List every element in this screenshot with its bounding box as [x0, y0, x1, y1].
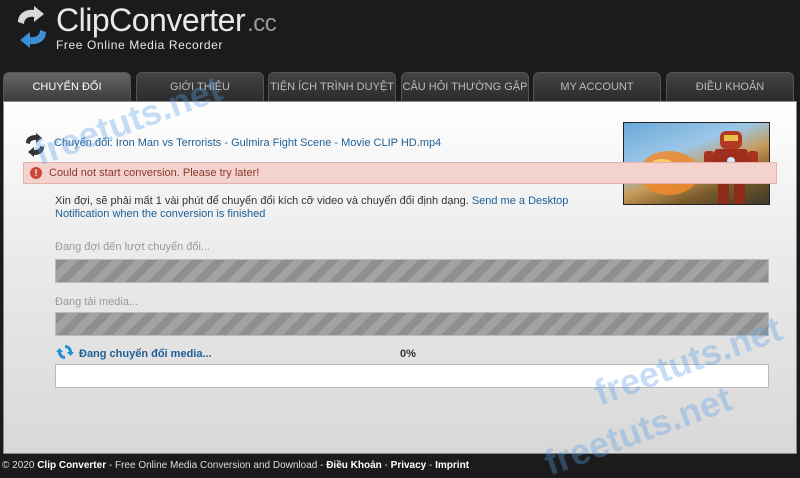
logo-text: ClipConverter: [56, 2, 246, 38]
step-downloading-label: Đang tải media...: [55, 296, 139, 308]
conversion-progress-bar: [55, 364, 769, 388]
alert-icon: !: [30, 167, 42, 179]
download-progress-bar: [55, 312, 769, 336]
step-converting-label: Đang chuyển đổi media...: [79, 348, 212, 360]
footer-brand-link[interactable]: Clip Converter: [37, 460, 106, 471]
footer-separator: -: [381, 460, 391, 471]
tab-convert[interactable]: CHUYỂN ĐỔI: [3, 72, 131, 102]
footer-imprint-link[interactable]: Imprint: [435, 460, 469, 471]
tab-my-account[interactable]: MY ACCOUNT: [533, 72, 661, 102]
step-waiting-label: Đang đợi đến lượt chuyển đổi...: [55, 241, 211, 253]
waiting-progress-bar: [55, 259, 769, 283]
conversion-title: Chuyển đổi: Iron Man vs Terrorists - Gul…: [54, 137, 442, 149]
tab-terms[interactable]: ĐIỀU KHOẢN: [666, 72, 794, 102]
footer-terms-link[interactable]: Điều Khoản: [326, 460, 382, 471]
copyright: © 2020: [2, 460, 35, 471]
error-alert: ! Could not start conversion. Please try…: [23, 162, 777, 184]
wait-message: Xin đợi, sẽ phải mất 1 vài phút để chuyể…: [55, 195, 469, 207]
footer-description: - Free Online Media Conversion and Downl…: [106, 460, 327, 471]
main-nav: CHUYỂN ĐỔI GIỚI THIỆU TIỆN ÍCH TRÌNH DUY…: [3, 72, 797, 102]
refresh-icon: [56, 345, 74, 359]
logo-suffix: .cc: [247, 10, 277, 37]
progress-percent: 0%: [400, 348, 416, 360]
info-text: Xin đợi, sẽ phải mất 1 vài phút để chuyể…: [55, 195, 615, 221]
footer-privacy-link[interactable]: Privacy: [391, 460, 427, 471]
convert-arrows-icon: [26, 133, 44, 157]
tab-browser-addons[interactable]: TIỆN ÍCH TRÌNH DUYỆT: [268, 72, 396, 102]
footer-separator: -: [426, 460, 436, 471]
header: ClipConverter.cc Free Online Media Recor…: [0, 0, 800, 72]
logo[interactable]: ClipConverter.cc: [56, 2, 277, 39]
tab-faq[interactable]: CÂU HỎI THƯỜNG GẶP: [401, 72, 529, 102]
convert-arrows-icon: [18, 6, 46, 48]
alert-message: Could not start conversion. Please try l…: [49, 167, 260, 179]
tagline: Free Online Media Recorder: [56, 38, 224, 52]
conversion-panel: Chuyển đổi: Iron Man vs Terrorists - Gul…: [3, 101, 797, 454]
tab-about[interactable]: GIỚI THIỆU: [136, 72, 264, 102]
footer: © 2020 Clip Converter - Free Online Medi…: [2, 460, 469, 471]
